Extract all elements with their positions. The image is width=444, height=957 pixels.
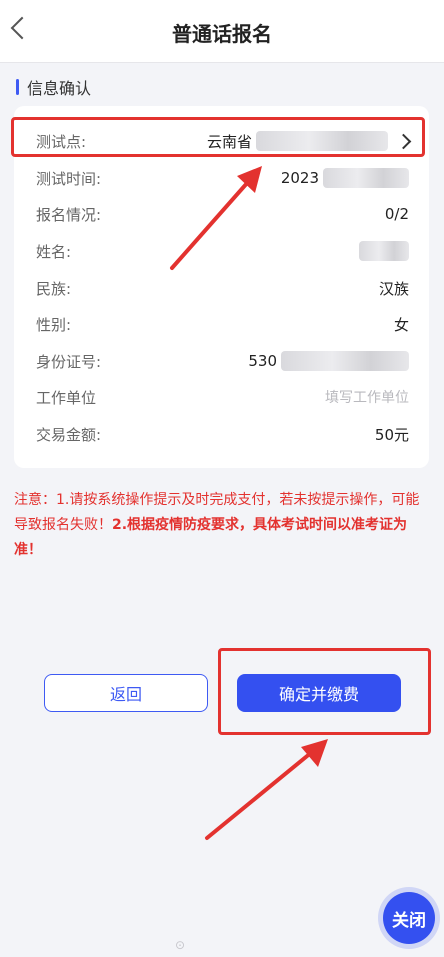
row-label: 报名情况: [36, 205, 102, 224]
watermark: ⊙ [175, 938, 186, 952]
row-ethnicity: 民族: 汉族 [14, 270, 429, 306]
notice-text: 注意：1.请按系统操作提示及时完成支付，若未按提示操作，可能导致报名失败！2.根… [14, 488, 426, 563]
row-label: 民族: [36, 279, 72, 298]
annotation-highlight-confirm [218, 648, 431, 735]
redacted-blur [359, 241, 409, 261]
section-accent-bar [16, 79, 19, 95]
ethnicity-value: 汉族 [378, 279, 409, 298]
section-title: 信息确认 [27, 79, 92, 98]
row-label: 测试时间: [36, 169, 102, 188]
row-value-text: 530 [248, 352, 277, 370]
row-test-time: 测试时间: 2023 [14, 160, 429, 196]
row-label: 性别: [36, 315, 72, 334]
row-registration-status: 报名情况: 0/2 [14, 196, 429, 232]
registration-status-value: 0/2 [384, 205, 409, 223]
row-id-number: 身份证号: 530 [14, 343, 429, 379]
row-name: 姓名: [14, 233, 429, 269]
annotation-highlight-test-site [11, 117, 425, 157]
gender-value: 女 [393, 315, 409, 334]
page-title: 普通话报名 [172, 22, 272, 46]
section-heading: 信息确认 [16, 76, 91, 98]
workplace-input[interactable]: 填写工作单位 [325, 387, 409, 407]
amount-value: 50元 [374, 425, 409, 444]
row-amount: 交易金额: 50元 [14, 416, 429, 452]
name-value [355, 241, 409, 261]
redacted-blur [281, 351, 409, 371]
row-workplace[interactable]: 工作单位 填写工作单位 [14, 379, 429, 415]
row-gender: 性别: 女 [14, 306, 429, 342]
row-label: 工作单位 [36, 388, 97, 407]
redacted-blur [323, 168, 409, 188]
test-time-value: 2023 [281, 168, 409, 188]
annotation-arrow-bottom [205, 739, 328, 840]
close-button[interactable]: 关闭 [383, 892, 435, 944]
back-button[interactable]: 返回 [44, 674, 208, 712]
row-label: 姓名: [36, 242, 72, 261]
info-card: 测试点: 云南省 测试时间: 2023 报名情况: 0/2 姓名: 民族: 汉族… [14, 106, 429, 468]
row-value-text: 2023 [280, 169, 319, 187]
row-label: 交易金额: [36, 425, 102, 444]
header: 普通话报名 [0, 0, 444, 63]
notice-prefix: 注意： [14, 492, 56, 508]
id-number-value: 530 [248, 351, 409, 371]
row-label: 身份证号: [36, 352, 102, 371]
